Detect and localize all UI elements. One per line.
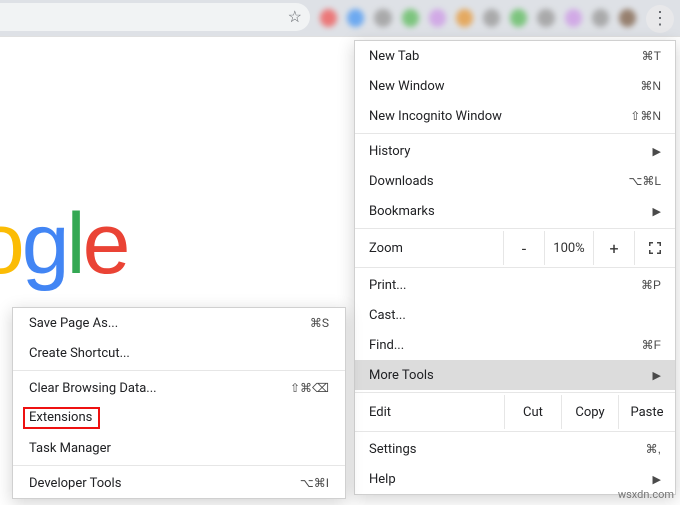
chrome-menu-button[interactable]: ⋮ [646, 5, 674, 33]
menu-separator [355, 228, 675, 229]
edit-paste-button[interactable]: Paste [618, 395, 675, 429]
submenu-task-manager[interactable]: Task Manager [13, 433, 345, 463]
submenu-caret-icon: ▶ [653, 369, 661, 382]
extension-icon[interactable] [537, 9, 554, 27]
menu-new-tab[interactable]: New Tab ⌘T [355, 41, 675, 71]
extension-icon[interactable] [429, 9, 446, 27]
zoom-out-button[interactable]: - [503, 231, 544, 265]
menu-new-window[interactable]: New Window ⌘N [355, 71, 675, 101]
menu-item-label: Cast... [369, 308, 661, 323]
extensions-strip [320, 6, 636, 30]
menu-item-label: Bookmarks [369, 204, 653, 219]
menu-item-accel: ⌥⌘I [300, 476, 329, 490]
menu-item-accel: ⌘, [646, 442, 661, 456]
watermark-text: wsxdn.com [618, 488, 674, 501]
menu-item-label: Help [369, 472, 653, 487]
menu-separator [355, 431, 675, 432]
fullscreen-icon [648, 241, 662, 255]
extension-icon[interactable] [374, 9, 391, 27]
google-logo: oogle [0, 195, 127, 294]
menu-edit: Edit Cut Copy Paste [355, 395, 675, 429]
menu-item-accel: ⌘N [640, 79, 661, 93]
more-tools-submenu: Save Page As... ⌘S Create Shortcut... Cl… [12, 307, 346, 499]
menu-item-label: Clear Browsing Data... [29, 381, 290, 396]
menu-item-label: New Tab [369, 49, 642, 64]
submenu-create-shortcut[interactable]: Create Shortcut... [13, 338, 345, 368]
menu-item-label: Settings [369, 442, 646, 457]
menu-incognito[interactable]: New Incognito Window ⇧⌘N [355, 101, 675, 131]
menu-item-accel: ⌘P [641, 278, 661, 292]
menu-item-label: Save Page As... [29, 316, 310, 331]
menu-history[interactable]: History ▶ [355, 136, 675, 166]
submenu-extensions[interactable]: Extensions [13, 403, 345, 433]
menu-item-label: New Window [369, 79, 640, 94]
menu-separator [355, 392, 675, 393]
extensions-highlight-box: Extensions [23, 407, 100, 429]
menu-downloads[interactable]: Downloads ⌥⌘L [355, 166, 675, 196]
menu-cast[interactable]: Cast... [355, 300, 675, 330]
menu-item-label: Find... [369, 338, 642, 353]
bookmark-star-icon[interactable]: ☆ [288, 7, 302, 26]
menu-bookmarks[interactable]: Bookmarks ▶ [355, 196, 675, 226]
address-bar[interactable]: ☆ [0, 3, 310, 31]
menu-item-accel: ⇧⌘N [630, 109, 661, 123]
submenu-caret-icon: ▶ [653, 205, 661, 218]
menu-item-label: Extensions [29, 407, 329, 429]
extension-icon[interactable] [347, 9, 364, 27]
extension-icon[interactable] [320, 9, 337, 27]
menu-item-label: More Tools [369, 368, 653, 383]
extension-icon[interactable] [483, 9, 500, 27]
submenu-caret-icon: ▶ [653, 145, 661, 158]
menu-item-label: Print... [369, 278, 641, 293]
menu-item-accel: ⌘S [310, 316, 329, 330]
menu-settings[interactable]: Settings ⌘, [355, 434, 675, 464]
menu-find[interactable]: Find... ⌘F [355, 330, 675, 360]
menu-item-label: History [369, 144, 653, 159]
menu-item-label: New Incognito Window [369, 109, 630, 124]
extension-icon[interactable] [619, 9, 636, 27]
menu-item-label: Task Manager [29, 441, 329, 456]
menu-item-accel: ⌘T [642, 49, 661, 63]
menu-item-label: Downloads [369, 174, 628, 189]
edit-label: Edit [355, 395, 504, 429]
menu-more-tools[interactable]: More Tools ▶ [355, 360, 675, 390]
kebab-icon: ⋮ [651, 10, 669, 28]
submenu-caret-icon: ▶ [653, 473, 661, 486]
extension-icon[interactable] [592, 9, 609, 27]
zoom-label: Zoom [355, 231, 503, 265]
submenu-clear-browsing-data[interactable]: Clear Browsing Data... ⇧⌘⌫ [13, 373, 345, 403]
extension-icon[interactable] [565, 9, 582, 27]
menu-separator [13, 370, 345, 371]
extension-icon[interactable] [402, 9, 419, 27]
submenu-developer-tools[interactable]: Developer Tools ⌥⌘I [13, 468, 345, 498]
menu-item-accel: ⇧⌘⌫ [290, 381, 329, 395]
edit-cut-button[interactable]: Cut [504, 395, 561, 429]
menu-item-accel: ⌥⌘L [628, 174, 661, 188]
submenu-save-page[interactable]: Save Page As... ⌘S [13, 308, 345, 338]
extension-icon[interactable] [510, 9, 527, 27]
menu-item-label: Developer Tools [29, 476, 300, 491]
edit-copy-button[interactable]: Copy [561, 395, 618, 429]
menu-separator [355, 133, 675, 134]
browser-toolbar: ☆ ⋮ [0, 0, 680, 37]
menu-item-label: Create Shortcut... [29, 346, 329, 361]
menu-separator [13, 465, 345, 466]
extension-icon[interactable] [456, 9, 473, 27]
chrome-main-menu: New Tab ⌘T New Window ⌘N New Incognito W… [354, 40, 676, 495]
menu-item-accel: ⌘F [642, 338, 661, 352]
menu-print[interactable]: Print... ⌘P [355, 270, 675, 300]
zoom-in-button[interactable]: + [593, 231, 634, 265]
zoom-value: 100% [544, 231, 593, 265]
menu-zoom: Zoom - 100% + [355, 231, 675, 265]
fullscreen-button[interactable] [634, 231, 675, 265]
menu-separator [355, 267, 675, 268]
